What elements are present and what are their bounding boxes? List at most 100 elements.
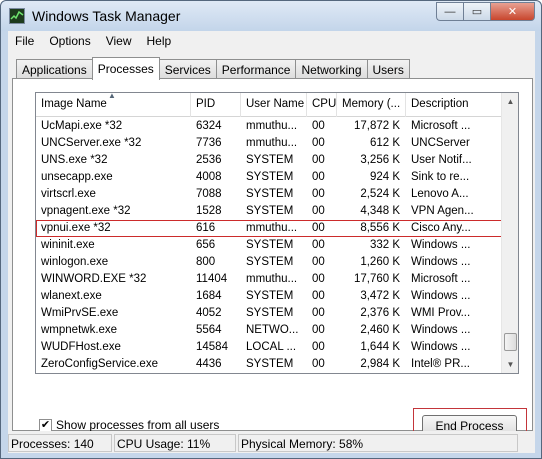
table-row[interactable]: wininit.exe 656 SYSTEM 00 332 K Windows ... <box>36 237 502 254</box>
table-row[interactable]: virtscrl.exe 7088 SYSTEM 00 2,524 K Lenovo A.… <box>36 186 502 203</box>
cell-mem: 612 K <box>369 137 400 149</box>
cell-pid: 11404 <box>196 273 228 285</box>
cell-pid: 7088 <box>196 188 222 200</box>
table-row[interactable]: UNCServer.exe *32 7736 mmuthu... 00 612 K UNC… <box>36 135 502 152</box>
cell-cpu: 00 <box>312 324 325 336</box>
cell-name: wininit.exe <box>41 239 95 251</box>
cell-name: winlogon.exe <box>41 256 109 268</box>
cell-user: NETWO... <box>246 324 299 336</box>
cell-desc: Microsoft ... <box>411 120 471 132</box>
cell-mem: 8,556 K <box>360 222 400 234</box>
cell-mem: 1,260 K <box>360 256 400 268</box>
cell-name: wlanext.exe <box>41 290 102 302</box>
table-row[interactable]: WUDFHost.exe 14584 LOCAL ... 00 1,644 K Windo… <box>36 339 502 356</box>
column-pid[interactable]: PID <box>191 93 241 117</box>
table-row[interactable]: wlanext.exe 1684 SYSTEM 00 3,472 K Windows ..… <box>36 288 502 305</box>
cell-mem: 924 K <box>369 171 400 183</box>
tab-networking[interactable]: Networking <box>295 59 368 79</box>
cell-desc: Windows ... <box>411 324 471 336</box>
table-row[interactable]: UNS.exe *32 2536 SYSTEM 00 3,256 K User Notif… <box>36 152 502 169</box>
cell-user: mmuthu... <box>246 273 298 285</box>
cell-user: LOCAL ... <box>246 341 297 353</box>
table-row[interactable]: WmiPrvSE.exe 4052 SYSTEM 00 2,376 K WMI Prov.… <box>36 305 502 322</box>
cell-pid: 4436 <box>196 358 222 370</box>
cell-cpu: 00 <box>312 307 325 319</box>
tab-services[interactable]: Services <box>158 59 217 79</box>
cell-cpu: 00 <box>312 358 325 370</box>
title-bar[interactable]: Windows Task Manager — ▭ ✕ <box>1 1 541 31</box>
column-memory[interactable]: Memory (... <box>337 93 406 117</box>
table-row[interactable]: UcMapi.exe *32 6324 mmuthu... 00 17,872 K Mic… <box>36 118 502 135</box>
cell-desc: Cisco Any... <box>411 222 471 234</box>
menu-file[interactable]: File <box>8 31 42 51</box>
cell-pid: 1684 <box>196 290 222 302</box>
column-user-name[interactable]: User Name <box>241 93 307 117</box>
cell-mem: 17,872 K <box>353 120 400 132</box>
show-all-users-option[interactable]: ✔ Show processes from all users <box>39 418 219 432</box>
column-description[interactable]: Description <box>406 93 502 117</box>
cell-cpu: 00 <box>312 188 325 200</box>
menu-help[interactable]: Help <box>140 31 180 51</box>
cell-user: SYSTEM <box>246 154 294 166</box>
cell-user: SYSTEM <box>246 188 294 200</box>
cell-mem: 2,524 K <box>360 188 400 200</box>
cell-desc: WMI Prov... <box>411 307 471 319</box>
cell-pid: 4052 <box>196 307 222 319</box>
cell-pid: 2536 <box>196 154 222 166</box>
cell-desc: VPN Agen... <box>411 205 474 217</box>
cell-mem: 2,984 K <box>360 358 400 370</box>
cell-cpu: 00 <box>312 171 325 183</box>
cell-mem: 1,644 K <box>360 341 400 353</box>
cell-mem: 2,460 K <box>360 324 400 336</box>
cell-name: UNCServer.exe *32 <box>41 137 142 149</box>
show-all-users-checkbox[interactable]: ✔ <box>39 418 52 432</box>
vertical-scrollbar[interactable]: ▲ ▼ <box>501 93 518 373</box>
table-row[interactable]: vpnagent.exe *32 1528 SYSTEM 00 4,348 K VPN A… <box>36 203 502 220</box>
cell-pid: 7736 <box>196 137 222 149</box>
table-row[interactable]: winlogon.exe 800 SYSTEM 00 1,260 K Windows ..… <box>36 254 502 271</box>
tab-processes[interactable]: Processes <box>91 57 160 80</box>
scrollbar-thumb[interactable] <box>504 333 517 351</box>
table-row[interactable]: unsecapp.exe 4008 SYSTEM 00 924 K Sink to re.… <box>36 169 502 186</box>
process-rows: UcMapi.exe *32 6324 mmuthu... 00 17,872 K Mic… <box>36 118 502 373</box>
table-row-selected[interactable]: vpnui.exe *32 616 mmuthu... 00 8,556 K Cisco … <box>36 220 502 237</box>
column-image-name[interactable]: ▲ Image Name <box>36 93 191 117</box>
cell-desc: Lenovo A... <box>411 188 469 200</box>
cell-name: WUDFHost.exe <box>41 341 121 353</box>
cell-name: vpnui.exe *32 <box>41 222 111 234</box>
table-row[interactable]: ZeroConfigService.exe 4436 SYSTEM 00 2,984 K… <box>36 356 502 373</box>
cell-pid: 656 <box>196 239 216 251</box>
cell-pid: 800 <box>196 256 216 268</box>
cell-pid: 14584 <box>196 341 228 353</box>
status-bar: Processes: 140 CPU Usage: 11% Physical M… <box>8 431 535 453</box>
process-list[interactable]: ▲ Image Name PID User Name CPU Memory (.… <box>35 92 519 374</box>
tab-users[interactable]: Users <box>366 59 410 79</box>
cell-cpu: 00 <box>312 205 325 217</box>
cell-cpu: 00 <box>312 273 325 285</box>
cell-cpu: 00 <box>312 341 325 353</box>
table-row[interactable]: WINWORD.EXE *32 11404 mmuthu... 00 17,760 K M… <box>36 271 502 288</box>
tab-performance[interactable]: Performance <box>215 59 297 79</box>
table-row[interactable]: wmpnetwk.exe 5564 NETWO... 00 2,460 K Windows… <box>36 322 502 339</box>
menu-view[interactable]: View <box>99 31 140 51</box>
close-button[interactable]: ✕ <box>490 2 535 21</box>
cell-cpu: 00 <box>312 256 325 268</box>
cell-user: SYSTEM <box>246 171 294 183</box>
column-cpu[interactable]: CPU <box>307 93 337 117</box>
scroll-down-icon[interactable]: ▼ <box>502 356 518 373</box>
cell-name: unsecapp.exe <box>41 171 113 183</box>
maximize-button[interactable]: ▭ <box>463 2 490 21</box>
cell-desc: Windows ... <box>411 256 471 268</box>
menu-options[interactable]: Options <box>42 31 98 51</box>
minimize-button[interactable]: — <box>436 2 463 21</box>
task-manager-icon <box>9 8 25 24</box>
tab-strip: Applications Processes Services Performa… <box>16 57 410 80</box>
cell-user: SYSTEM <box>246 205 294 217</box>
cell-desc: User Notif... <box>411 154 472 166</box>
cell-user: mmuthu... <box>246 137 298 149</box>
tab-applications[interactable]: Applications <box>16 59 93 79</box>
menu-bar: File Options View Help <box>8 31 535 51</box>
cell-user: SYSTEM <box>246 307 294 319</box>
scroll-up-icon[interactable]: ▲ <box>502 93 518 110</box>
cell-desc: Sink to re... <box>411 171 470 183</box>
